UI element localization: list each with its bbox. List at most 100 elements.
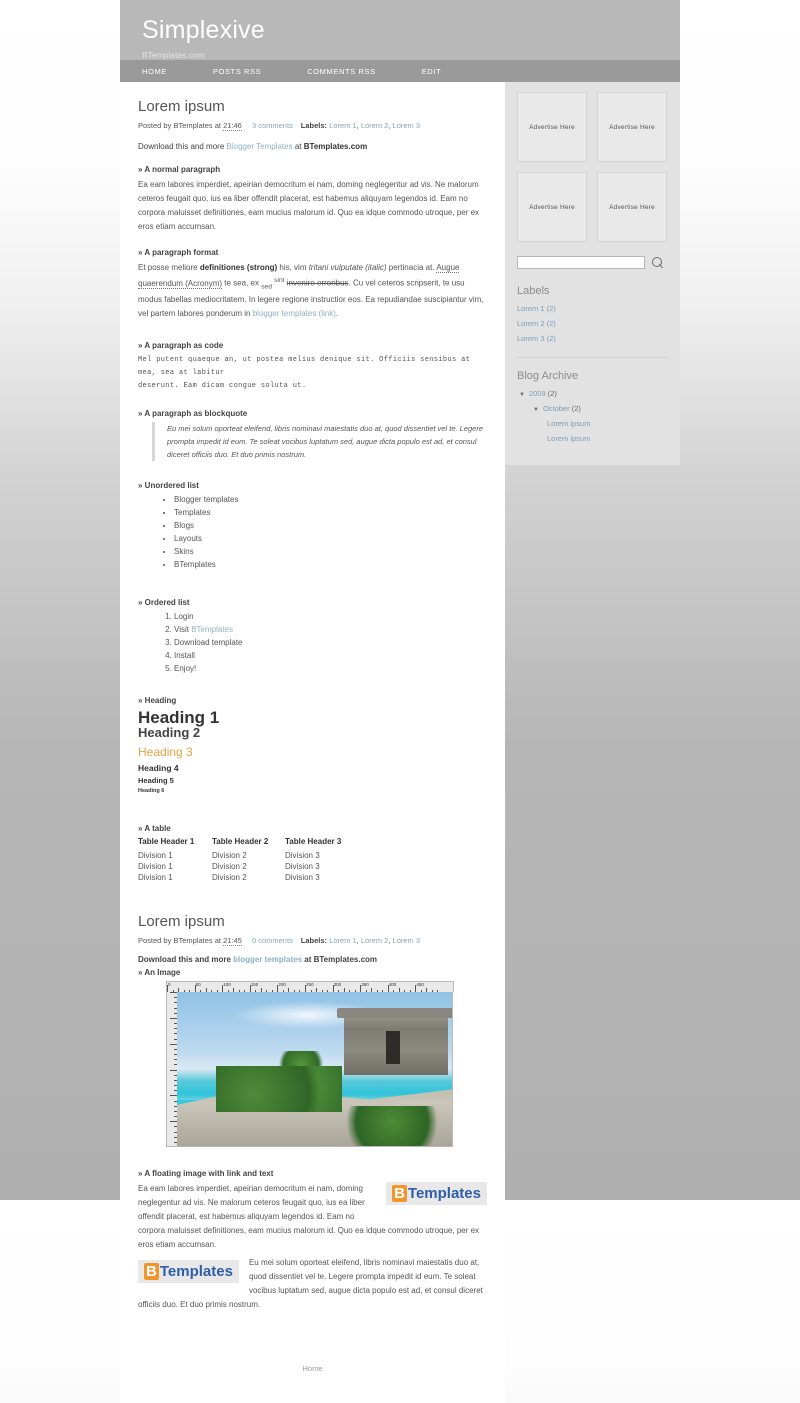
image-body-row [166,992,454,1148]
archive-post-link[interactable]: Lorem ipsum [547,419,590,428]
home-link[interactable]: Home [138,1364,487,1373]
label-count: (2) [546,319,556,328]
fmt-strikethrough: invenire erroribus [286,278,349,288]
archive-year-count: (2) [547,389,557,398]
ruler-label: 50 [195,982,201,988]
blogger-templates-inline-link[interactable]: blogger templates (link) [253,309,336,318]
table-row: Division 1 Division 2 Division 3 [138,872,341,883]
section-heading-unordered-list: » Unordered list [138,481,199,491]
floating-block-2: B Templates Eu mei solum oporteat eleifen… [138,1256,487,1316]
advertise-box[interactable]: Advertise Here [597,92,667,162]
ruler-label: 100 [223,982,231,988]
post-label-3[interactable]: Lorem 3 [393,936,421,945]
list-item: Download template [174,637,487,650]
section-heading-normal-paragraph: » A normal paragraph [138,165,221,174]
logo-b-mark: B [144,1263,159,1281]
post-title[interactable]: Lorem ipsum [138,913,487,930]
logo-wordmark: Templates [159,1263,233,1281]
table-cell: Division 1 [138,851,173,861]
ordered-list: Login Visit BTemplates Download template… [138,611,487,676]
tulum-ruins-photo[interactable] [177,992,453,1148]
normal-paragraph-text: Ea eam labores imperdiet, apeirian democ… [138,180,480,231]
search-input[interactable] [517,256,645,269]
sidebar-label-lorem-1[interactable]: Lorem 1 (2) [517,304,668,313]
archive-month-row[interactable]: ▼ October (2) [517,404,668,413]
blogger-templates-link[interactable]: blogger templates [233,955,302,964]
nav-item-posts-rss[interactable]: POSTS RSS [213,67,261,76]
table-cell: Division 2 [212,862,247,872]
download-line: Download this and more blogger templates… [138,955,487,964]
vertical-ruler [166,992,177,1148]
download-pre: Download this and more [138,142,227,151]
list-item: Layouts [174,533,487,546]
list-item: Skins [174,546,487,559]
post-article-2: Lorem ipsum Posted by BTemplates at 21:4… [138,913,487,1399]
blog-archive-title: Blog Archive [517,370,579,382]
advertise-box[interactable]: Advertise Here [597,172,667,242]
archive-year-row[interactable]: ▼ 2009 (2) [517,389,668,398]
ruler-tick [170,1121,177,1123]
table-cell: Division 2 [212,851,247,861]
advertise-box[interactable]: Advertise Here [517,92,587,162]
fmt-4: te sea, ex [222,278,262,288]
site-header: Simplexive BTemplates.com [120,0,680,60]
post-timestamp[interactable]: 21:45 [223,936,242,947]
sidebar-label-lorem-3[interactable]: Lorem 3 (2) [517,334,668,343]
post-label-3[interactable]: Lorem 3 [393,121,421,130]
btemplates-logo-left[interactable]: B Templates [138,1260,239,1284]
ruin-doorway [386,1030,400,1065]
post-article-1: Lorem ipsum Posted by BTemplates at 21:4… [138,98,487,883]
archive-post-link[interactable]: Lorem ipsum [547,434,590,443]
label-name: Lorem 2 [517,319,545,328]
archive-year-link[interactable]: 2009 [529,389,546,398]
nav-item-home[interactable]: HOME [142,67,167,76]
post-label-2[interactable]: Lorem 2 [361,121,389,130]
download-line: Download this and more Blogger Templates… [138,142,487,151]
advertise-grid: Advertise Here Advertise Here Advertise … [517,92,668,242]
fmt-italic: tritani vulputate (italic) [308,263,387,272]
heading-3: Heading 3 [138,745,193,760]
table-cell: Division 1 [138,862,173,872]
footer-faint-text [138,1393,487,1399]
table-cell: Division 3 [285,862,320,872]
download-mid: at [292,142,304,151]
section-heading-image: » An Image [138,968,181,978]
table-cell: Division 3 [285,851,320,861]
triangle-down-icon[interactable]: ▼ [533,407,539,413]
ruler-tick [170,992,177,994]
download-pre: Download this and more [138,955,234,965]
ruler-label: 150 [250,982,259,988]
content-columns: Lorem ipsum Posted by BTemplates at 21:4… [120,82,680,1403]
blogger-templates-link[interactable]: Blogger Templates [227,142,293,151]
list-item: Visit BTemplates [174,624,487,637]
post-title[interactable]: Lorem ipsum [138,98,487,115]
table-header-row: Table Header 1 Table Header 2 Table Head… [138,837,341,850]
heading-4: Heading 4 [138,763,179,774]
search-widget [517,256,668,269]
ruler-tick [170,1017,177,1019]
post-label-1[interactable]: Lorem 1 [329,936,357,945]
post-label-2[interactable]: Lorem 2 [361,936,389,945]
unordered-list: Blogger templates Templates Blogs Layout… [138,494,487,572]
labels-widget-title: Labels [517,285,550,297]
archive-entry-row[interactable]: Lorem ipsum [517,419,668,428]
table-header-cell: Table Header 2 [212,837,269,847]
nav-item-edit[interactable]: EDIT [422,67,441,76]
section-heading-table: » A table [138,824,171,834]
fmt-2: his, vim [277,263,309,272]
btemplates-ol-link[interactable]: BTemplates [191,625,233,634]
btemplates-logo-right[interactable]: B Templates [386,1182,487,1206]
search-icon[interactable] [652,256,664,269]
main-content: Lorem ipsum Posted by BTemplates at 21:4… [120,82,505,1403]
post-comments-link[interactable]: 0 comments [252,936,293,945]
post-comments-link[interactable]: 3 comments [252,121,293,130]
post-label-1[interactable]: Lorem 1 [329,121,357,130]
triangle-down-icon[interactable]: ▼ [519,392,525,398]
post-timestamp[interactable]: 21:46 [223,121,242,131]
archive-entry-row[interactable]: Lorem ipsum [517,434,668,443]
sidebar-label-lorem-2[interactable]: Lorem 2 (2) [517,319,668,328]
archive-month-link[interactable]: October [543,404,570,413]
ruler-label: 200 [278,982,286,988]
advertise-box[interactable]: Advertise Here [517,172,587,242]
nav-item-comments-rss[interactable]: COMMENTS RSS [307,67,375,76]
